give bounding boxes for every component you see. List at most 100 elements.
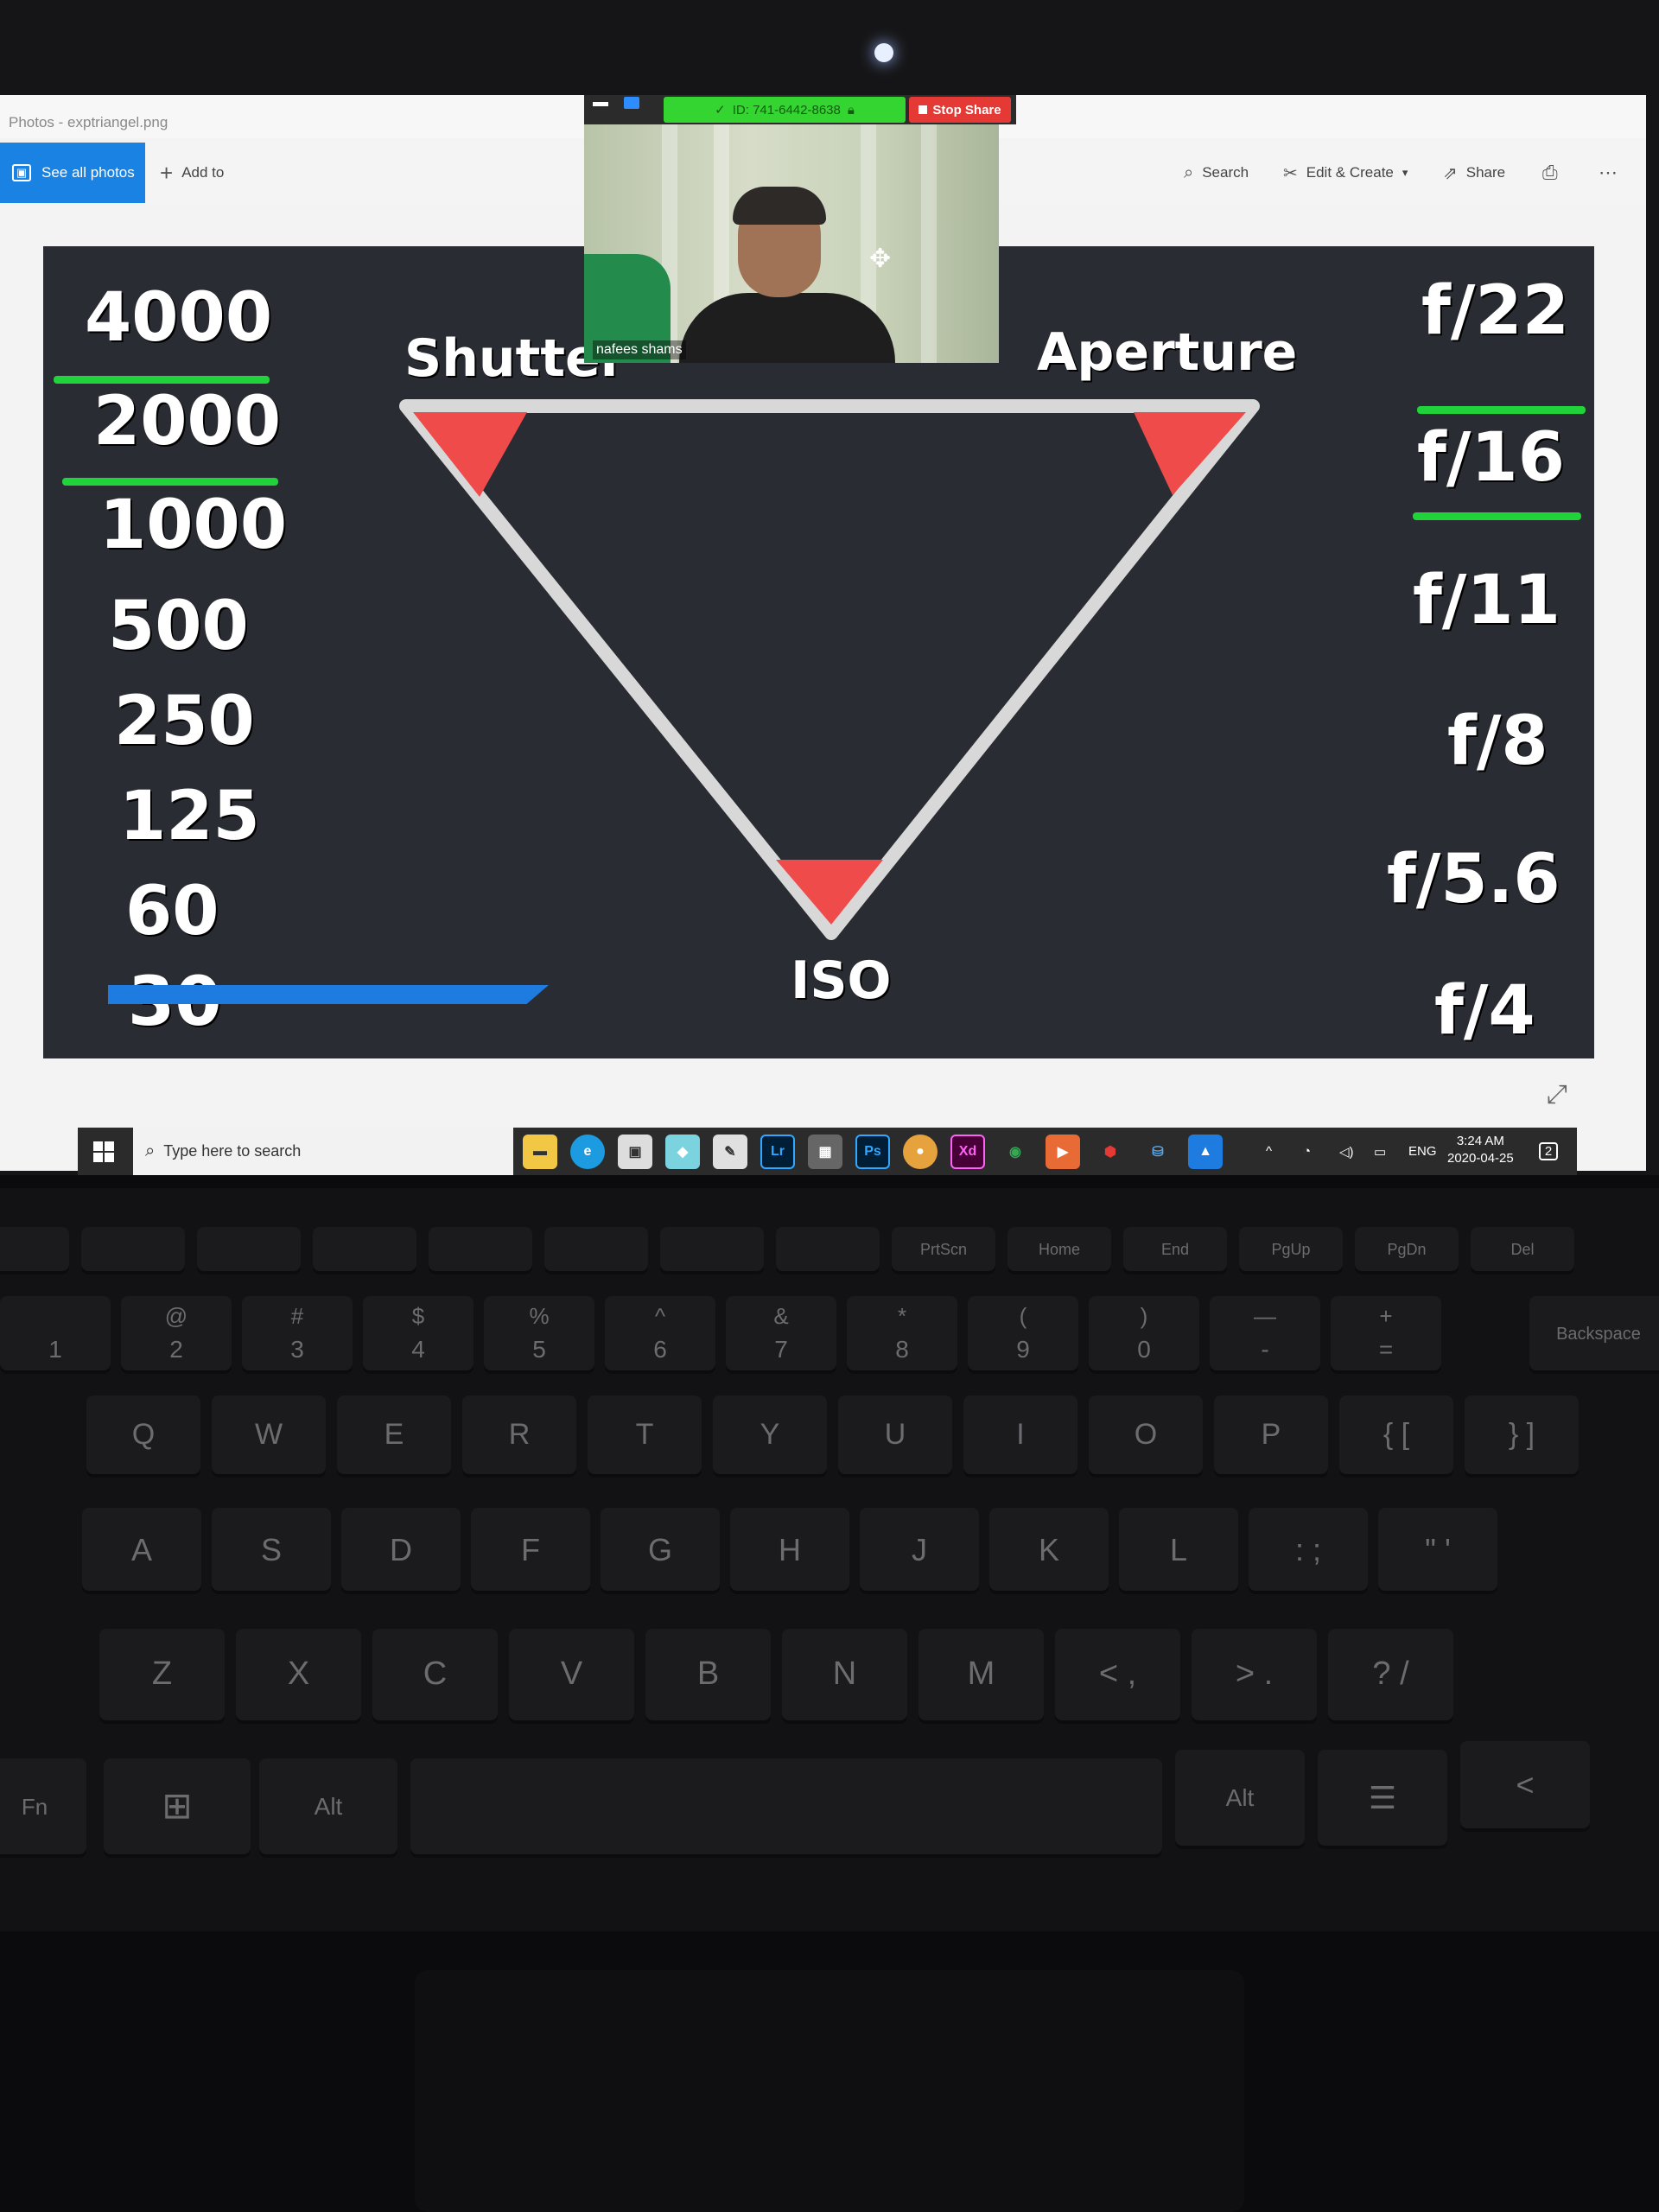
- move-icon[interactable]: ✥: [869, 244, 891, 274]
- keyboard-key[interactable]: 1: [0, 1296, 111, 1374]
- network-icon[interactable]: ◔: [1303, 1128, 1311, 1175]
- more-button[interactable]: ⋯: [1599, 143, 1618, 203]
- keyboard-key[interactable]: Backspace: [1529, 1296, 1659, 1374]
- keyboard-key[interactable]: W: [212, 1395, 326, 1478]
- keyboard-key[interactable]: [660, 1227, 764, 1274]
- edge-icon[interactable]: e: [570, 1135, 605, 1169]
- keyboard-key[interactable]: [197, 1227, 301, 1274]
- add-to-button[interactable]: + Add to: [160, 143, 224, 203]
- keyboard-key[interactable]: * 8: [847, 1296, 957, 1374]
- keyboard-key[interactable]: Y: [713, 1395, 827, 1478]
- keyboard-key[interactable]: R: [462, 1395, 576, 1478]
- keyboard-key[interactable]: Alt: [1175, 1750, 1305, 1849]
- keyboard-key[interactable]: J: [860, 1508, 979, 1594]
- keyboard-key[interactable]: PrtScn: [892, 1227, 995, 1274]
- keyboard-key[interactable]: [0, 1227, 69, 1274]
- keyboard-key[interactable]: [81, 1227, 185, 1274]
- lightroom-icon[interactable]: Lr: [760, 1135, 795, 1169]
- calculator-icon[interactable]: ▦: [808, 1135, 842, 1169]
- edit-create-button[interactable]: ✂ Edit & Create ▾: [1283, 143, 1408, 203]
- battery-icon[interactable]: ▭: [1374, 1128, 1386, 1175]
- keyboard-key[interactable]: Del: [1471, 1227, 1574, 1274]
- keyboard-key[interactable]: + =: [1331, 1296, 1441, 1374]
- keyboard-key[interactable]: S: [212, 1508, 331, 1594]
- keyboard-key[interactable]: Z: [99, 1629, 225, 1724]
- keyboard-key[interactable]: N: [782, 1629, 907, 1724]
- keyboard-key[interactable]: Fn: [0, 1758, 86, 1858]
- keyboard-key[interactable]: <: [1460, 1741, 1590, 1832]
- keyboard-key[interactable]: G: [601, 1508, 720, 1594]
- trackpad[interactable]: [415, 1970, 1244, 2212]
- app-icon[interactable]: ◆: [665, 1135, 700, 1169]
- keyboard-key[interactable]: (9: [968, 1296, 1078, 1374]
- participant-video[interactable]: ✥ nafees shams: [584, 124, 999, 363]
- keyboard-key[interactable]: & 7: [726, 1296, 836, 1374]
- meeting-id-badge[interactable]: ✓ ID: 741-6442-8638 🔒︎: [664, 97, 906, 123]
- keyboard-key[interactable]: PgDn: [1355, 1227, 1459, 1274]
- keyboard-key[interactable]: V: [509, 1629, 634, 1724]
- keyboard-key[interactable]: % 5: [484, 1296, 594, 1374]
- keyboard-key[interactable]: [429, 1227, 532, 1274]
- keyboard-key[interactable]: A: [82, 1508, 201, 1594]
- xd-icon[interactable]: Xd: [950, 1135, 985, 1169]
- keyboard-key[interactable]: T: [588, 1395, 702, 1478]
- keyboard-key[interactable]: H: [730, 1508, 849, 1594]
- keyboard-key[interactable]: F: [471, 1508, 590, 1594]
- see-all-photos-button[interactable]: ▣ See all photos: [0, 143, 145, 203]
- keyboard-key[interactable]: L: [1119, 1508, 1238, 1594]
- photos-app-icon[interactable]: ▣: [618, 1135, 652, 1169]
- keyboard-key[interactable]: ) 0: [1089, 1296, 1199, 1374]
- minimize-icon[interactable]: [593, 102, 608, 106]
- search-button[interactable]: ⌕ Search: [1184, 143, 1249, 203]
- notifications-button[interactable]: 2: [1534, 1128, 1563, 1175]
- expand-icon[interactable]: ⤢: [1547, 1080, 1567, 1109]
- keyboard-key[interactable]: [544, 1227, 648, 1274]
- keyboard-key[interactable]: ^ 6: [605, 1296, 715, 1374]
- keyboard-key[interactable]: P: [1214, 1395, 1328, 1478]
- keyboard-key[interactable]: PgUp: [1239, 1227, 1343, 1274]
- keyboard-key[interactable]: < ,: [1055, 1629, 1180, 1724]
- keyboard-key[interactable]: { [: [1339, 1395, 1453, 1478]
- keyboard-key[interactable]: End: [1123, 1227, 1227, 1274]
- keyboard-key[interactable]: M: [918, 1629, 1044, 1724]
- keyboard-key[interactable]: U: [838, 1395, 952, 1478]
- keyboard-key[interactable]: — -: [1210, 1296, 1320, 1374]
- keyboard-key[interactable]: X: [236, 1629, 361, 1724]
- photos-active-icon[interactable]: ▲: [1188, 1135, 1223, 1169]
- keyboard-key[interactable]: C: [372, 1629, 498, 1724]
- keyboard-key[interactable]: > .: [1192, 1629, 1317, 1724]
- keyboard-key[interactable]: K: [989, 1508, 1109, 1594]
- clock[interactable]: 3:24 AM 2020-04-25: [1447, 1133, 1514, 1167]
- chrome-icon[interactable]: ◉: [998, 1135, 1033, 1169]
- store-icon[interactable]: ⛁: [1141, 1135, 1175, 1169]
- stop-share-button[interactable]: Stop Share: [909, 97, 1011, 123]
- start-button[interactable]: [78, 1128, 130, 1175]
- keyboard-key[interactable]: @2: [121, 1296, 232, 1374]
- file-explorer-icon[interactable]: ▬: [523, 1135, 557, 1169]
- share-button[interactable]: ⇗ Share: [1443, 143, 1505, 203]
- keyboard-key[interactable]: [776, 1227, 880, 1274]
- keyboard-key[interactable]: } ]: [1465, 1395, 1579, 1478]
- keyboard-key[interactable]: Alt: [259, 1758, 397, 1858]
- keyboard-key[interactable]: #3: [242, 1296, 353, 1374]
- app-icon[interactable]: ⬢: [1093, 1135, 1128, 1169]
- zoom-icon[interactable]: ▶: [1046, 1135, 1080, 1169]
- paint-icon[interactable]: ✎: [713, 1135, 747, 1169]
- keyboard-key[interactable]: : ;: [1249, 1508, 1368, 1594]
- app-icon[interactable]: ●: [903, 1135, 938, 1169]
- keyboard-key[interactable]: Home: [1007, 1227, 1111, 1274]
- view-icon[interactable]: [624, 97, 639, 109]
- taskbar-search[interactable]: ⌕ Type here to search: [133, 1128, 513, 1175]
- print-button[interactable]: ⎙: [1542, 143, 1558, 203]
- keyboard-key[interactable]: [410, 1758, 1162, 1858]
- keyboard-key[interactable]: D: [341, 1508, 461, 1594]
- keyboard-key[interactable]: E: [337, 1395, 451, 1478]
- keyboard-key[interactable]: " ': [1378, 1508, 1497, 1594]
- keyboard-key[interactable]: I: [963, 1395, 1077, 1478]
- language-indicator[interactable]: ENG: [1408, 1128, 1437, 1175]
- keyboard-key[interactable]: O: [1089, 1395, 1203, 1478]
- keyboard-key[interactable]: B: [645, 1629, 771, 1724]
- keyboard-key[interactable]: ? /: [1328, 1629, 1453, 1724]
- keyboard-key[interactable]: $4: [363, 1296, 474, 1374]
- volume-icon[interactable]: ◁): [1339, 1128, 1354, 1175]
